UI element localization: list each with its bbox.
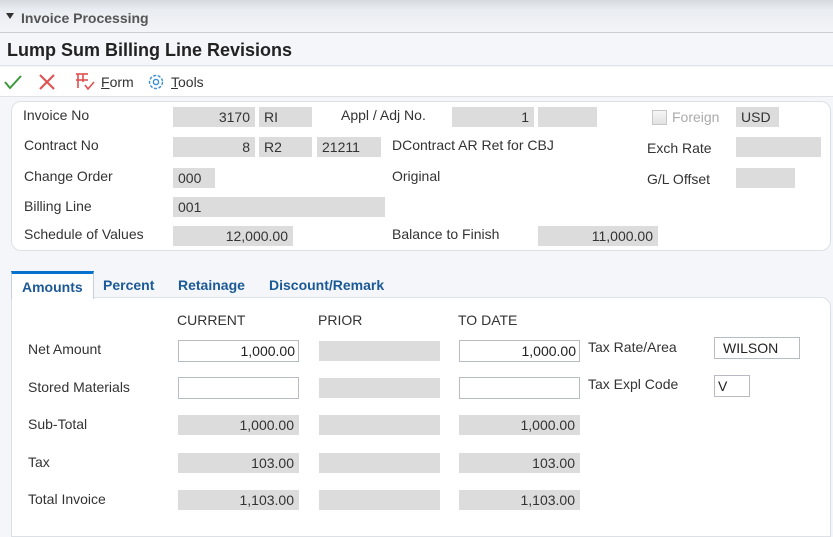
balance-to-finish-label: Balance to Finish: [392, 226, 500, 242]
stored-materials-prior-field: [319, 378, 440, 398]
schedule-of-values-label: Schedule of Values: [24, 226, 144, 242]
app-header-bar: Invoice Processing: [0, 0, 833, 33]
tools-menu-label: Tools: [171, 74, 204, 90]
contract-no-label: Contract No: [24, 137, 99, 153]
tools-menu-button[interactable]: Tools: [146, 71, 204, 93]
sub-total-prior-field: [319, 415, 440, 435]
title-bar: Lump Sum Billing Line Revisions: [0, 34, 833, 66]
change-order-label: Change Order: [24, 168, 113, 184]
toolbar: Form Tools: [0, 67, 833, 97]
appl-adj-no-field: 1: [452, 107, 534, 127]
form-menu-button[interactable]: Form: [74, 71, 134, 93]
balance-to-finish-field: 11,000.00: [538, 226, 658, 246]
net-amount-current-input[interactable]: 1,000.00: [178, 340, 299, 362]
sub-total-label: Sub-Total: [28, 416, 88, 432]
cancel-button[interactable]: [38, 71, 56, 93]
billing-line-field: 001: [173, 197, 385, 217]
app-title: Invoice Processing: [21, 10, 149, 26]
stored-materials-label: Stored Materials: [28, 379, 130, 395]
column-header-current: CURRENT: [177, 312, 246, 328]
tax-current-field: 103.00: [178, 453, 299, 473]
checkmark-icon: [4, 75, 22, 90]
stored-materials-to-date-input[interactable]: [459, 377, 580, 399]
appl-adj-extra-field: [538, 107, 597, 127]
page-title: Lump Sum Billing Line Revisions: [7, 40, 293, 60]
contract-company-field: 21211: [317, 137, 381, 157]
contract-description: DContract AR Ret for CBJ: [392, 137, 554, 153]
net-amount-to-date-input[interactable]: 1,000.00: [459, 340, 580, 362]
amounts-tab-panel: CURRENT PRIOR TO DATE Net Amount 1,000.0…: [11, 297, 831, 537]
tax-prior-field: [319, 453, 440, 473]
net-amount-label: Net Amount: [28, 341, 102, 357]
column-header-to-date: TO DATE: [458, 312, 518, 328]
tax-rate-area-label: Tax Rate/Area: [588, 339, 677, 355]
exch-rate-label: Exch Rate: [647, 140, 712, 156]
invoice-no-label: Invoice No: [23, 107, 90, 123]
ok-button[interactable]: [4, 71, 22, 93]
tab-percent[interactable]: Percent: [93, 271, 164, 298]
tab-retainage[interactable]: Retainage: [168, 271, 255, 298]
currency-field: USD: [736, 107, 779, 127]
foreign-checkbox[interactable]: [652, 110, 667, 125]
tax-rate-area-input[interactable]: WILSON: [714, 337, 800, 359]
form-icon: [76, 73, 95, 91]
tax-expl-code-label: Tax Expl Code: [588, 376, 679, 392]
exch-rate-field: [736, 137, 821, 157]
change-order-description: Original: [392, 168, 441, 184]
contract-type-field: R2: [259, 137, 312, 157]
gl-offset-label: G/L Offset: [647, 171, 711, 187]
total-invoice-label: Total Invoice: [28, 491, 106, 507]
invoice-type-field: RI: [259, 107, 312, 127]
tax-expl-code-input[interactable]: V: [714, 375, 750, 397]
invoice-no-field: 3170: [173, 107, 255, 127]
x-icon: [39, 74, 55, 90]
total-invoice-to-date-field: 1,103.00: [459, 490, 580, 510]
change-order-field: 000: [173, 168, 215, 188]
tab-discount-remark[interactable]: Discount/Remark: [259, 271, 394, 298]
column-header-prior: PRIOR: [318, 312, 363, 328]
stored-materials-current-input[interactable]: [178, 377, 299, 399]
total-invoice-current-field: 1,103.00: [178, 490, 299, 510]
tax-to-date-field: 103.00: [459, 453, 580, 473]
invoice-header-panel: Invoice No 3170 RI Appl / Adj No. 1 Fore…: [11, 101, 831, 251]
schedule-of-values-field: 12,000.00: [173, 226, 293, 246]
form-menu-label: Form: [101, 74, 134, 90]
sub-total-to-date-field: 1,000.00: [459, 415, 580, 435]
gl-offset-field: [736, 168, 795, 188]
tax-label: Tax: [28, 454, 50, 470]
total-invoice-prior-field: [319, 490, 440, 510]
foreign-label: Foreign: [672, 109, 720, 125]
appl-adj-no-label: Appl / Adj No.: [341, 107, 426, 123]
collapse-triangle-icon[interactable]: [6, 13, 14, 19]
contract-no-field: 8: [173, 137, 255, 157]
net-amount-prior-field: [319, 341, 440, 361]
sub-total-current-field: 1,000.00: [178, 415, 299, 435]
tab-amounts[interactable]: Amounts: [11, 271, 94, 299]
gear-icon: [148, 74, 164, 90]
billing-line-label: Billing Line: [24, 198, 92, 214]
